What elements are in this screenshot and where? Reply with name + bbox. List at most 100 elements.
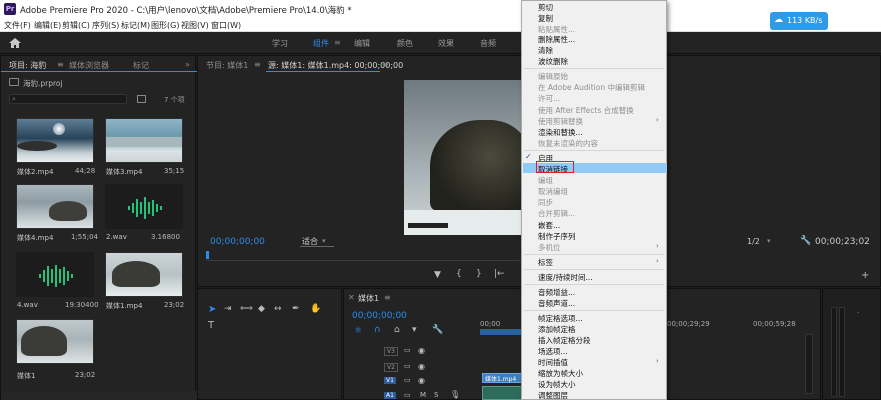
workspace-tab-color[interactable]: 颜色 [397, 38, 413, 49]
menu-sequence[interactable]: 序列(S) [92, 20, 119, 31]
mute-icon[interactable]: M [420, 391, 426, 399]
menu-item-audio-gain[interactable]: 音频增益... [538, 287, 575, 298]
fit-dropdown[interactable]: 适合 [300, 236, 334, 247]
panel-menu-icon[interactable]: ≡ [254, 60, 261, 69]
clip-thumbnail[interactable] [16, 184, 94, 229]
go-to-in-icon[interactable]: |← [494, 269, 505, 279]
sync-lock-icon[interactable]: ▭ [404, 391, 411, 399]
mark-in-icon[interactable]: { [456, 269, 462, 279]
home-icon[interactable] [8, 37, 22, 49]
menu-item-merge-clips[interactable]: 合并剪辑... [538, 208, 575, 219]
wrench-icon[interactable]: 🔧 [432, 325, 443, 335]
audio-clip[interactable] [482, 386, 523, 400]
menu-item-frame-hold-options[interactable]: 帧定格选项... [538, 313, 583, 324]
track-label-v3[interactable]: V3 [384, 347, 398, 356]
slip-tool-icon[interactable]: ↔ [274, 304, 282, 314]
menu-item-nest[interactable]: 嵌套... [538, 220, 560, 231]
mark-out-icon[interactable]: } [476, 269, 482, 279]
menu-clip[interactable]: 剪辑(C) [62, 20, 90, 31]
menu-item-license[interactable]: 许可... [538, 93, 560, 104]
menu-item-add-frame-hold[interactable]: 添加帧定格 [538, 324, 576, 335]
menu-item-edit-original[interactable]: 编辑原始 [538, 71, 568, 82]
clip-thumbnail[interactable] [105, 252, 183, 297]
menu-item-synchronize[interactable]: 同步 [538, 197, 553, 208]
timeline-clip[interactable]: 媒体1.mp4 [482, 373, 523, 383]
workspace-tab-learn[interactable]: 学习 [272, 38, 288, 49]
menu-item-clear[interactable]: 清除 [538, 45, 553, 56]
menu-item-set-to-frame[interactable]: 设为帧大小 [538, 379, 576, 390]
menu-item-remove-attributes[interactable]: 删除属性... [538, 34, 575, 45]
monitor-scrubber[interactable] [206, 251, 523, 261]
sync-lock-icon[interactable]: ▭ [404, 376, 411, 384]
menu-item-speed-duration[interactable]: 速度/持续时间... [538, 272, 593, 283]
resolution-fraction[interactable]: 1/2 [747, 237, 760, 246]
tab-project[interactable]: 项目: 海豹 [9, 60, 46, 71]
menu-item-field-options[interactable]: 场选项... [538, 346, 568, 357]
menu-item-time-interpolation[interactable]: 时间插值 [538, 357, 568, 368]
menu-item-make-subsequence[interactable]: 制作子序列 [538, 231, 576, 242]
sync-lock-icon[interactable]: ▭ [404, 362, 411, 370]
eye-icon[interactable]: ◉ [418, 362, 425, 371]
track-label-v2[interactable]: V2 [384, 363, 398, 372]
workspace-tab-assembly[interactable]: 组件 [313, 38, 329, 49]
menu-graphics[interactable]: 图形(G) [151, 20, 179, 31]
add-marker-icon[interactable]: ▾ [412, 325, 417, 335]
playhead-indicator[interactable] [206, 251, 209, 259]
menu-item-edit-in-audition[interactable]: 在 Adobe Audition 中编辑剪辑 [538, 82, 645, 93]
clip-thumbnail[interactable] [16, 118, 94, 163]
snap-icon[interactable]: ∩ [374, 325, 381, 335]
linked-selection-icon[interactable]: ⌂ [394, 325, 400, 335]
menu-item-cut[interactable]: 剪切 [538, 2, 553, 13]
menu-item-label[interactable]: 标签 [538, 257, 553, 268]
panel-overflow-icon[interactable]: » [185, 60, 190, 69]
type-tool-icon[interactable]: T [208, 320, 214, 331]
workspace-tab-effects[interactable]: 效果 [438, 38, 454, 49]
wrench-icon[interactable]: 🔧 [800, 236, 811, 246]
tab-sequence[interactable]: 媒体1 [358, 293, 379, 304]
nest-icon[interactable]: ⚛ [354, 326, 362, 336]
new-bin-icon[interactable] [137, 95, 146, 103]
tab-markers[interactable]: 标记 [133, 60, 149, 71]
pen-tool-icon[interactable]: ✒ [292, 304, 300, 314]
menu-item-render-replace[interactable]: 渲染和替换... [538, 127, 583, 138]
menu-view[interactable]: 视图(V) [181, 20, 209, 31]
menu-item-replace-with-ae[interactable]: 使用 After Effects 合成替换 [538, 105, 634, 116]
solo-icon[interactable]: S [434, 391, 438, 399]
track-select-tool-icon[interactable]: ⇥ [224, 304, 232, 314]
tab-media-browser[interactable]: 媒体浏览器 [69, 60, 109, 71]
eye-icon[interactable]: ◉ [418, 346, 425, 355]
close-icon[interactable]: ✕ [348, 293, 355, 302]
sync-lock-icon[interactable]: ▭ [404, 346, 411, 354]
menu-edit[interactable]: 编辑(E) [34, 20, 61, 31]
menu-item-group[interactable]: 编组 [538, 175, 553, 186]
clip-thumbnail[interactable] [105, 118, 183, 163]
chevron-down-icon[interactable]: ▾ [322, 237, 326, 245]
panel-menu-icon[interactable]: ≡ [382, 60, 389, 69]
menu-item-ungroup[interactable]: 取消编组 [538, 186, 568, 197]
selection-tool-icon[interactable]: ➤ [208, 304, 216, 315]
project-search-input[interactable]: ⌕ [9, 94, 127, 104]
marker-icon[interactable]: ▼ [434, 270, 441, 280]
chevron-down-icon[interactable]: ▾ [767, 237, 771, 245]
menu-item-copy[interactable]: 复制 [538, 13, 553, 24]
panel-menu-icon[interactable]: ≡ [384, 293, 391, 302]
menu-item-multicam[interactable]: 多机位 [538, 242, 561, 253]
workspace-tab-audio[interactable]: 音频 [480, 38, 496, 49]
menu-file[interactable]: 文件(F) [4, 20, 31, 31]
eye-icon[interactable]: ◉ [418, 376, 425, 385]
menu-marker[interactable]: 标记(M) [121, 20, 150, 31]
menu-item-scale-to-frame[interactable]: 缩放为帧大小 [538, 368, 583, 379]
ripple-edit-tool-icon[interactable]: ⟺ [240, 304, 253, 314]
timeline-timecode[interactable]: 00;00;00;00 [352, 311, 407, 321]
hand-tool-icon[interactable]: ✋ [310, 304, 321, 314]
menu-window[interactable]: 窗口(W) [211, 20, 241, 31]
vertical-scrollbar[interactable] [805, 334, 813, 394]
add-button-icon[interactable]: + [861, 270, 869, 281]
track-label-v1[interactable]: V1 [384, 377, 396, 384]
menu-item-restore-unrendered[interactable]: 恢复未渲染的内容 [538, 138, 598, 149]
menu-item-insert-frame-hold[interactable]: 插入帧定格分段 [538, 335, 591, 346]
audio-thumbnail[interactable] [16, 252, 94, 297]
track-label-a1[interactable]: A1 [384, 392, 396, 399]
sequence-thumbnail[interactable] [16, 319, 94, 364]
workspace-tab-editing[interactable]: 编辑 [354, 38, 370, 49]
